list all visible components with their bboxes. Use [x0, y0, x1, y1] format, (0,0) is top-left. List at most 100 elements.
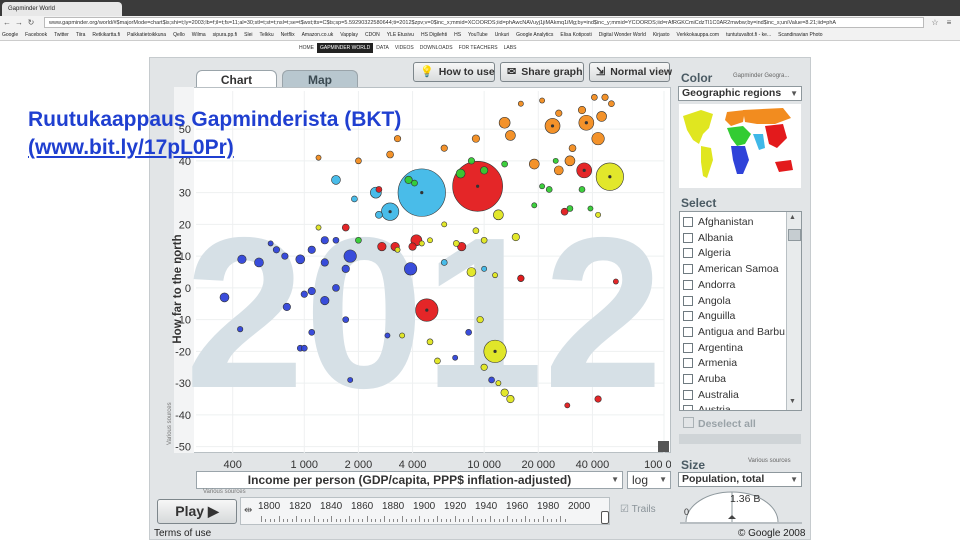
- bookmark-item[interactable]: Google: [2, 32, 18, 38]
- browser-tab[interactable]: Gapminder World: [2, 2, 122, 16]
- site-nav-item[interactable]: FOR TEACHERS: [456, 43, 501, 53]
- x-axis-indicator-select[interactable]: Income per person (GDP/capita, PPP$ infl…: [196, 471, 623, 489]
- data-point: [331, 175, 341, 185]
- country-item[interactable]: Andorra: [683, 278, 735, 294]
- country-item[interactable]: American Samoa: [683, 262, 779, 278]
- bookmark-item[interactable]: Telkku: [259, 32, 273, 38]
- checkbox[interactable]: [683, 405, 693, 410]
- bookmark-item[interactable]: YouTube: [468, 32, 488, 38]
- trails-toggle[interactable]: ☑ Trails: [620, 504, 656, 515]
- bookmark-item[interactable]: YLE Etusivu: [387, 32, 414, 38]
- checkbox[interactable]: [683, 248, 693, 259]
- data-point: [440, 259, 448, 266]
- y-tick-label: -30: [175, 378, 191, 390]
- bookmark-item[interactable]: Verkkokauppa.com: [677, 32, 720, 38]
- overlay-link[interactable]: (www.bit.ly/17pL0Pr): [28, 136, 234, 160]
- bookmark-item[interactable]: Paikkatietoikkuna: [127, 32, 166, 38]
- checkbox[interactable]: [683, 311, 693, 322]
- checkbox[interactable]: [683, 342, 693, 353]
- site-nav-item[interactable]: GAPMINDER WORLD: [317, 43, 374, 53]
- checkbox[interactable]: [683, 232, 693, 243]
- bookmark-item[interactable]: CDON: [365, 32, 380, 38]
- country-item[interactable]: Albania: [683, 231, 733, 247]
- country-item[interactable]: Armenia: [683, 356, 737, 372]
- share-graph-button[interactable]: ✉ Share graph: [500, 62, 584, 82]
- checkbox[interactable]: [683, 217, 693, 227]
- country-item[interactable]: Austria: [683, 403, 731, 410]
- tab-chart[interactable]: Chart: [196, 70, 277, 88]
- menu-icon[interactable]: ≡: [944, 18, 954, 28]
- checkbox[interactable]: [683, 374, 693, 384]
- bookmark-item[interactable]: Digital Wonder World: [599, 32, 646, 38]
- star-icon[interactable]: ☆: [930, 18, 940, 28]
- bookmark-item[interactable]: Slei: [244, 32, 252, 38]
- checkbox[interactable]: [683, 389, 693, 400]
- country-list-scrollbar[interactable]: ▲ ▼: [786, 212, 801, 410]
- checkbox[interactable]: [683, 295, 693, 306]
- country-item[interactable]: Afghanistan: [683, 215, 753, 231]
- back-icon[interactable]: ←: [2, 18, 12, 28]
- site-nav-item[interactable]: VIDEOS: [392, 43, 417, 53]
- country-item[interactable]: Argentina: [683, 341, 743, 357]
- reload-icon[interactable]: ↻: [26, 18, 36, 28]
- year-slider[interactable]: ⇹ 1800 1820 1840 1860 1880 1900 1920 1940 1960 198…: [240, 497, 610, 525]
- forward-icon[interactable]: →: [14, 18, 24, 28]
- size-select[interactable]: Population, total ▼: [678, 472, 802, 487]
- bookmark-item[interactable]: Elisa Kotiposti: [560, 32, 591, 38]
- country-list[interactable]: Afghanistan Albania Algeria American Samoa A…: [679, 211, 802, 411]
- bookmark-item[interactable]: Qello: [173, 32, 185, 38]
- country-item[interactable]: Anguilla: [683, 309, 735, 325]
- url-field[interactable]: www.gapminder.org/world/#$majorMode=char…: [44, 17, 924, 28]
- x-scale-select[interactable]: log ▼: [627, 471, 671, 489]
- site-nav-item[interactable]: DOWNLOADS: [417, 43, 456, 53]
- timeline-tick: [265, 519, 267, 522]
- country-item[interactable]: Algeria: [683, 246, 731, 262]
- bookmark-item[interactable]: sipura.pp.fi: [213, 32, 237, 38]
- data-point: [320, 258, 329, 267]
- bookmark-item[interactable]: Wilma: [192, 32, 206, 38]
- play-button[interactable]: Play ▶: [157, 499, 237, 524]
- y-axis-label[interactable]: How far to the north: [172, 229, 184, 349]
- site-nav-item[interactable]: HOME: [296, 43, 317, 53]
- scroll-thumb[interactable]: [788, 229, 801, 241]
- bookmark-item[interactable]: Vapplay: [340, 32, 358, 38]
- scroll-up-icon[interactable]: ▲: [789, 214, 796, 221]
- terms-link[interactable]: Terms of use: [154, 528, 211, 539]
- bookmark-item[interactable]: HS: [454, 32, 461, 38]
- normal-view-button[interactable]: ⇲ Normal view: [589, 62, 672, 82]
- bookmark-item[interactable]: Kirjasto: [653, 32, 670, 38]
- country-item[interactable]: Angola: [683, 294, 731, 310]
- site-nav-item[interactable]: DATA: [373, 43, 392, 53]
- bookmark-item[interactable]: Facebook: [25, 32, 47, 38]
- year-slider-handle[interactable]: [600, 511, 609, 524]
- checkbox[interactable]: [683, 358, 693, 369]
- color-select[interactable]: Geographic regions ▼: [678, 86, 802, 101]
- checkbox[interactable]: [683, 264, 693, 275]
- bookmark-item[interactable]: Scandinavian Photo: [778, 32, 822, 38]
- bookmark-item[interactable]: Google Analytics: [516, 32, 553, 38]
- country-name: Aruba: [698, 373, 727, 385]
- scroll-down-icon[interactable]: ▼: [789, 398, 796, 405]
- country-item[interactable]: Antigua and Barbu...: [683, 325, 794, 341]
- color-title: Color: [681, 71, 713, 85]
- bookmark-item[interactable]: Tiira: [76, 32, 86, 38]
- site-nav-item[interactable]: LABS: [501, 43, 520, 53]
- bookmark-item[interactable]: tuntutuvaltot.fi - ke...: [726, 32, 771, 38]
- country-item[interactable]: Australia: [683, 388, 739, 404]
- bubble-center-dot: [584, 121, 588, 125]
- bookmark-item[interactable]: Amazon.co.uk: [302, 32, 334, 38]
- bookmark-item[interactable]: Twitter: [54, 32, 69, 38]
- region-world-map-icon[interactable]: [679, 104, 801, 188]
- overlay-title: Ruutukaappaus Gapminderista (BKT): [28, 108, 402, 131]
- how-to-use-button[interactable]: 💡 How to use: [413, 62, 495, 82]
- checkbox[interactable]: [683, 279, 693, 290]
- bookmark-item[interactable]: Netflix: [281, 32, 295, 38]
- deselect-all-button[interactable]: Deselect all: [683, 417, 756, 430]
- country-item[interactable]: Aruba: [683, 372, 726, 388]
- checkbox[interactable]: [683, 326, 693, 337]
- tab-map[interactable]: Map: [282, 70, 358, 88]
- timeline-tick: [551, 519, 553, 522]
- bookmark-item[interactable]: HS Digilehti: [421, 32, 447, 38]
- bookmark-item[interactable]: Unkuri: [495, 32, 509, 38]
- bookmark-item[interactable]: Retkikartta.fi: [92, 32, 120, 38]
